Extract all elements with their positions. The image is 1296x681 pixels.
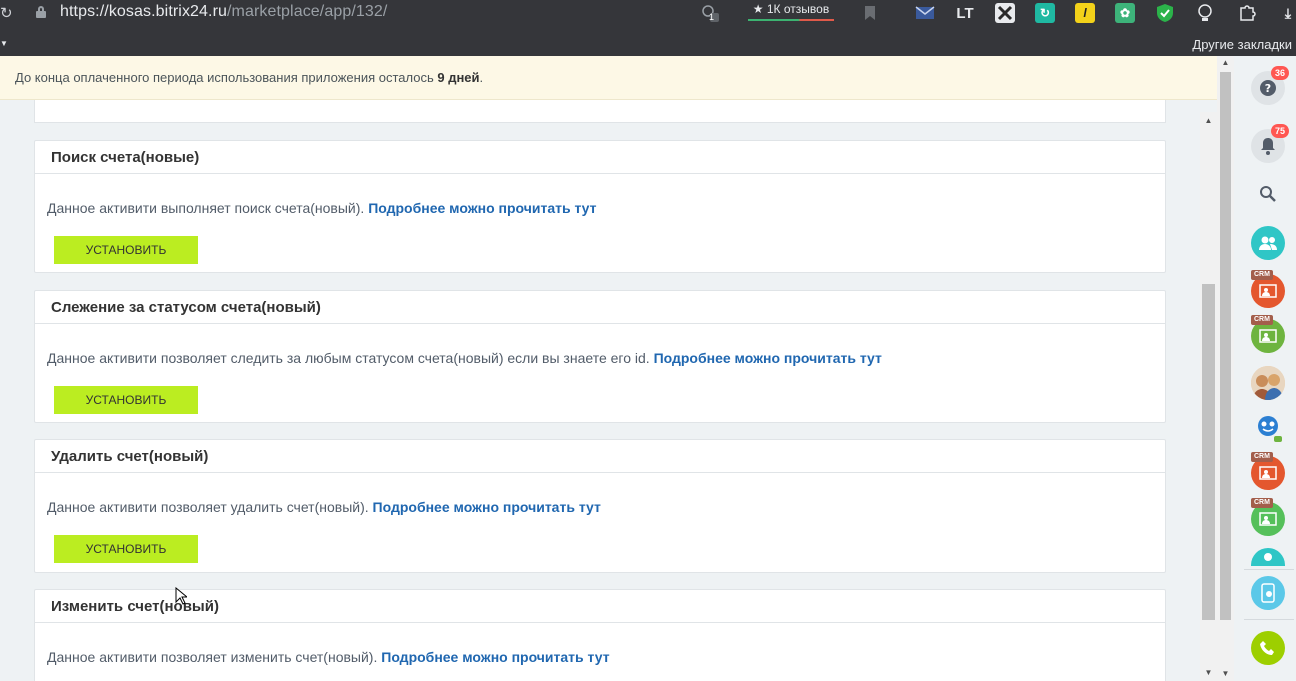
mobile-app-button[interactable] [1251, 576, 1285, 610]
panel-divider [1244, 569, 1294, 570]
crm-tag: CRM [1251, 270, 1273, 280]
crm-chat-button[interactable]: CRM [1251, 498, 1285, 536]
subscription-banner-text: До конца оплаченного периода использован… [15, 70, 484, 85]
crm-tag: CRM [1251, 452, 1273, 462]
scroll-down-arrow-icon[interactable]: ▼ [1200, 664, 1217, 681]
crm-chat-button[interactable]: CRM [1251, 270, 1285, 308]
cross-extension-icon[interactable] [995, 3, 1015, 23]
page-scroll-up-icon[interactable]: ▲ [1217, 56, 1234, 70]
user-icon [1264, 553, 1272, 561]
install-button[interactable]: УСТАНОВИТЬ [54, 386, 198, 414]
help-badge: 36 [1271, 66, 1289, 80]
browser-toolbar: ↻ https://kosas.bitrix24.ru/marketplace/… [0, 0, 1296, 56]
notifications-button[interactable]: 75 [1251, 124, 1289, 163]
subscription-banner: До конца оплаченного периода использован… [0, 56, 1217, 100]
page-scroll-thumb[interactable] [1220, 72, 1231, 620]
crm-chat-button[interactable]: CRM [1251, 452, 1285, 490]
content-scroll-thumb[interactable] [1202, 284, 1215, 620]
crm-chat-button[interactable]: CRM [1251, 315, 1285, 353]
app-card-title: Слежение за статусом счета(новый) [35, 291, 1165, 324]
crm-tag: CRM [1251, 498, 1273, 508]
tab-counter: 1 [709, 12, 715, 22]
refresh-extension-icon[interactable]: ↻ [1035, 3, 1055, 23]
install-button[interactable]: УСТАНОВИТЬ [54, 535, 198, 563]
crm-contact-icon [1259, 512, 1277, 526]
page-scroll-down-icon[interactable]: ▼ [1217, 667, 1234, 681]
url-text[interactable]: https://kosas.bitrix24.ru/marketplace/ap… [60, 3, 387, 21]
reviews-extension[interactable]: ★ 1К отзывов [748, 2, 834, 20]
app-card: Слежение за статусом счета(новый) Данное… [34, 290, 1166, 423]
crm-tag: CRM [1251, 315, 1273, 325]
puzzle-extension-icon[interactable] [1238, 3, 1258, 23]
avatar-icon [1251, 366, 1285, 400]
gear-extension-icon[interactable]: ✿ [1115, 3, 1135, 23]
users-icon [1259, 236, 1277, 250]
bulb-extension-icon[interactable] [1195, 3, 1215, 23]
lock-icon[interactable] [36, 6, 46, 18]
content-scrollbar[interactable]: ▲ ▼ [1200, 112, 1217, 681]
mouse-cursor-icon [175, 587, 187, 605]
shield-extension-icon[interactable] [1155, 3, 1175, 23]
app-card: Удалить счет(новый) Данное активити позв… [34, 439, 1166, 573]
translate-extension-icon[interactable]: LT [955, 3, 975, 23]
bot-chat-button[interactable] [1251, 411, 1285, 445]
app-card-description: Данное активити позволяет следить за люб… [47, 350, 882, 366]
bookmark-icon[interactable] [860, 3, 880, 23]
install-button[interactable]: УСТАНОВИТЬ [54, 236, 198, 264]
notifications-badge: 75 [1271, 124, 1289, 138]
app-card-title: Поиск счета(новые) [35, 141, 1165, 174]
scroll-up-arrow-icon[interactable]: ▲ [1200, 112, 1217, 129]
crm-contact-icon [1259, 284, 1277, 298]
call-button[interactable] [1251, 631, 1285, 665]
question-icon: ? [1260, 80, 1276, 96]
page-scrollbar[interactable]: ▲ ▼ [1217, 56, 1234, 681]
read-more-link[interactable]: Подробнее можно прочитать тут [368, 200, 596, 216]
app-card-description: Данное активити выполняет поиск счета(но… [47, 200, 597, 216]
app-card-description: Данное активити позволяет удалить счет(н… [47, 499, 601, 515]
panel-divider [1244, 619, 1294, 620]
other-bookmarks[interactable]: Другие закладки [1192, 37, 1292, 52]
read-more-link[interactable]: Подробнее можно прочитать тут [373, 499, 601, 515]
crm-contact-icon [1259, 466, 1277, 480]
bell-icon [1261, 138, 1275, 155]
svg-text:?: ? [1265, 82, 1271, 95]
search-button[interactable] [1251, 177, 1285, 211]
help-button[interactable]: ? 36 [1251, 66, 1289, 105]
reload-icon[interactable]: ↻ [0, 4, 13, 22]
download-icon[interactable]: ⤓ [1278, 3, 1296, 23]
previous-card [34, 100, 1166, 123]
app-card-description: Данное активити позволяет изменить счет(… [47, 649, 610, 665]
phone-icon [1260, 641, 1274, 655]
address-bar[interactable]: ↻ https://kosas.bitrix24.ru/marketplace/… [0, 0, 1296, 26]
group-chat-button[interactable] [1251, 226, 1285, 260]
mail-extension-icon[interactable] [915, 3, 935, 23]
app-card: Изменить счет(новый) Данное активити поз… [34, 589, 1166, 681]
app-card-title: Изменить счет(новый) [35, 590, 1165, 623]
search-icon [1260, 186, 1276, 202]
reviews-rating-bar [748, 19, 834, 21]
read-more-link[interactable]: Подробнее можно прочитать тут [654, 350, 882, 366]
crm-contact-icon [1259, 329, 1277, 343]
user-avatar-group[interactable] [1251, 366, 1285, 400]
bookmarks-bar: ▼ Другие закладки [0, 36, 1296, 56]
robot-icon [1258, 416, 1282, 442]
app-card: Поиск счета(новые) Данное активити выпол… [34, 140, 1166, 273]
right-sidebar: ? 36 75 CRM CRM CRM CRM [1234, 56, 1296, 681]
bookmarks-arrow-icon[interactable]: ▼ [0, 39, 8, 48]
user-chat-button[interactable] [1251, 548, 1285, 566]
phone-device-icon [1261, 583, 1275, 603]
read-more-link[interactable]: Подробнее можно прочитать тут [381, 649, 609, 665]
l-extension-icon[interactable]: l [1075, 3, 1095, 23]
days-left: 9 дней [437, 70, 480, 85]
app-list: Поиск счета(новые) Данное активити выпол… [0, 100, 1200, 681]
app-card-title: Удалить счет(новый) [35, 440, 1165, 473]
